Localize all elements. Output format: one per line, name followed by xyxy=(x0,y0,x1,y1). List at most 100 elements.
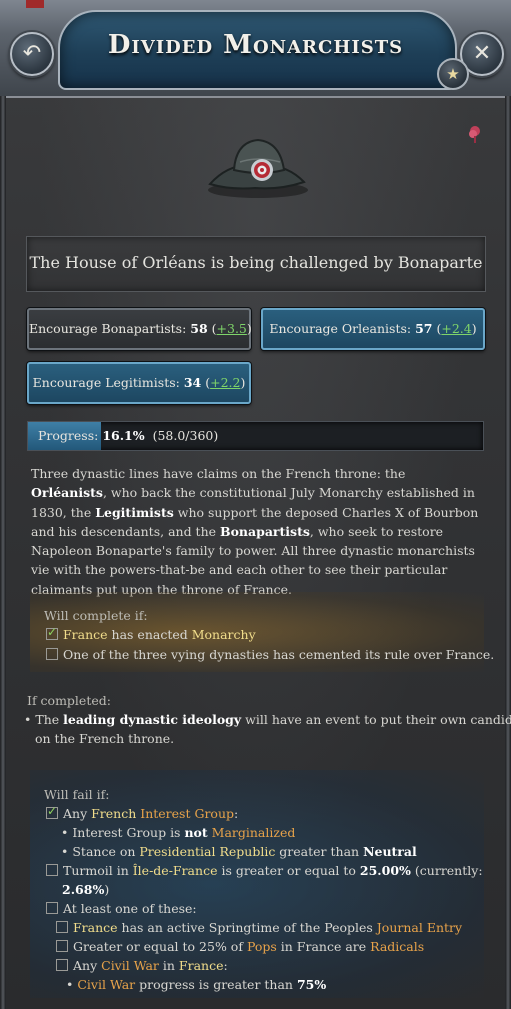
threshold-value: 25.00% xyxy=(359,863,411,878)
condition-text: is greater or equal to xyxy=(217,863,360,878)
journal-entry-link[interactable]: Journal Entry xyxy=(377,920,462,935)
back-arrow-icon: ↶ xyxy=(22,41,42,66)
corner-badge xyxy=(26,0,44,8)
law-link[interactable]: Monarchy xyxy=(192,627,256,642)
condition-text: Turmoil in xyxy=(63,863,133,878)
condition-text: At least one of these: xyxy=(63,901,197,916)
condition-dynasty: One of the three vying dynasties has cem… xyxy=(46,647,494,662)
condition-text: Stance on xyxy=(72,844,140,859)
event-title-box: The House of Orléans is being challenged… xyxy=(26,236,486,292)
condition-civil-war-progress: • Civil War progress is greater than 75% xyxy=(66,977,327,992)
condition-interest-group: Any French Interest Group: xyxy=(46,804,239,821)
condition-text: (currently: xyxy=(410,863,483,878)
progress-percent: 16.1% xyxy=(102,428,145,443)
presidential-republic-link[interactable]: Presidential Republic xyxy=(139,844,275,859)
legitimists-term[interactable]: Legitimists xyxy=(95,505,174,520)
back-button[interactable]: ↶ xyxy=(10,32,54,76)
progress-text: Progress: 16.1% (58.0/360) xyxy=(38,428,218,443)
star-icon: ★ xyxy=(446,65,460,83)
button-delta: +3.5 xyxy=(216,321,247,336)
progress-detail: (58.0/360) xyxy=(152,428,219,443)
condition-turmoil: Turmoil in Île-de-France is greater or e… xyxy=(46,863,483,878)
checkbox-icon xyxy=(46,902,58,914)
neutral-term: Neutral xyxy=(363,844,417,859)
condition-marginalized: • Interest Group is not Marginalized xyxy=(61,825,296,840)
radicals-link[interactable]: Radicals xyxy=(370,939,424,954)
condition-text: Interest Group is xyxy=(72,825,185,840)
condition-turmoil-current: 2.68%) xyxy=(62,882,109,897)
button-label: Encourage Bonapartists: xyxy=(29,321,191,336)
frame-left-rail xyxy=(0,96,6,1009)
pin-icon[interactable] xyxy=(466,124,484,144)
page-title: Divided Monarchists xyxy=(107,30,404,60)
checkbox-icon xyxy=(56,959,68,971)
not-term: not xyxy=(184,825,208,840)
button-label: Encourage Orleanists: xyxy=(269,321,416,336)
complete-conditions: Will complete if: France has enacted Mon… xyxy=(30,592,494,672)
description-text: Three dynastic lines have claims on the … xyxy=(31,466,406,481)
marginalized-link[interactable]: Marginalized xyxy=(212,825,296,840)
close-icon: ✕ xyxy=(472,41,492,66)
condition-text: One of the three vying dynasties has cem… xyxy=(63,647,495,662)
effect-term[interactable]: leading dynastic ideology xyxy=(63,712,241,727)
condition-text: has enacted xyxy=(107,627,192,642)
button-delta: +2.4 xyxy=(441,321,472,336)
condition-text: greater than xyxy=(275,844,364,859)
checkbox-icon xyxy=(46,648,58,660)
bonapartists-term[interactable]: Bonapartists xyxy=(220,524,310,539)
encourage-orleanists-button[interactable]: Encourage Orleanists: 57 (+2.4) xyxy=(261,308,485,350)
encourage-legitimists-button[interactable]: Encourage Legitimists: 34 (+2.2) xyxy=(27,362,251,404)
button-delta: +2.2 xyxy=(210,375,241,390)
condition-civil-war: Any Civil War in France: xyxy=(56,958,228,973)
event-title: The House of Orléans is being challenged… xyxy=(29,253,483,272)
pops-link[interactable]: Pops xyxy=(247,939,277,954)
progress-bar: Progress: 16.1% (58.0/360) xyxy=(27,421,484,451)
current-value: 2.68% xyxy=(62,882,105,897)
civil-war-link[interactable]: Civil War xyxy=(77,977,135,992)
france-link[interactable]: France xyxy=(73,920,118,935)
completed-effect-cont: on the French throne. xyxy=(35,731,175,746)
checkbox-icon xyxy=(46,864,58,876)
bullet: • xyxy=(24,712,32,727)
fail-conditions: Will fail if: Any French Interest Group:… xyxy=(30,770,484,998)
panel-header: Divided Monarchists ↶ ✕ ★ xyxy=(0,0,511,98)
condition-monarchy: France has enacted Monarchy xyxy=(46,625,256,642)
journal-entry-panel: Divided Monarchists ↶ ✕ ★ The House of O… xyxy=(0,0,511,1009)
condition-text: in xyxy=(158,958,179,973)
checkbox-icon xyxy=(56,940,68,952)
civil-war-link[interactable]: Civil War xyxy=(101,958,159,973)
condition-text: progress is greater than xyxy=(135,977,297,992)
bicorne-hat-icon xyxy=(208,138,308,198)
button-value: 58 xyxy=(190,321,208,336)
condition-text: Any xyxy=(73,958,102,973)
ile-de-france-link[interactable]: Île-de-France xyxy=(133,863,218,878)
condition-stance: • Stance on Presidential Republic greate… xyxy=(61,844,417,859)
orleanists-term[interactable]: Orléanists xyxy=(31,485,103,500)
description: Three dynastic lines have claims on the … xyxy=(31,464,483,599)
country-link[interactable]: France xyxy=(63,627,108,642)
checkbox-checked-icon xyxy=(46,804,58,819)
checkbox-checked-icon xyxy=(46,625,58,640)
effect-text: will have an event to put their own cand… xyxy=(241,712,511,727)
fail-header: Will fail if: xyxy=(44,787,110,802)
button-label: Encourage Legitimists: xyxy=(32,375,184,390)
button-value: 34 xyxy=(183,375,202,390)
condition-text: has an active Springtime of the Peoples xyxy=(117,920,377,935)
completed-header: If completed: xyxy=(27,693,111,708)
french-link[interactable]: French xyxy=(91,806,136,821)
condition-radicals: Greater or equal to 25% of Pops in Franc… xyxy=(56,939,424,954)
france-link[interactable]: France xyxy=(179,958,224,973)
favorite-button[interactable]: ★ xyxy=(437,58,469,90)
button-value: 57 xyxy=(415,321,433,336)
condition-springtime: France has an active Springtime of the P… xyxy=(56,920,462,935)
effect-text: The xyxy=(35,712,64,727)
condition-text: : xyxy=(234,806,239,821)
encourage-bonapartists-button[interactable]: Encourage Bonapartists: 58 (+3.5) xyxy=(27,308,252,350)
condition-text: ) xyxy=(104,882,110,897)
condition-text: : xyxy=(223,958,228,973)
condition-text: Greater or equal to 25% of xyxy=(73,939,247,954)
condition-at-least-one: At least one of these: xyxy=(46,901,197,916)
interest-group-link[interactable]: Interest Group xyxy=(140,806,234,821)
checkbox-icon xyxy=(56,921,68,933)
condition-text: Any xyxy=(63,806,92,821)
